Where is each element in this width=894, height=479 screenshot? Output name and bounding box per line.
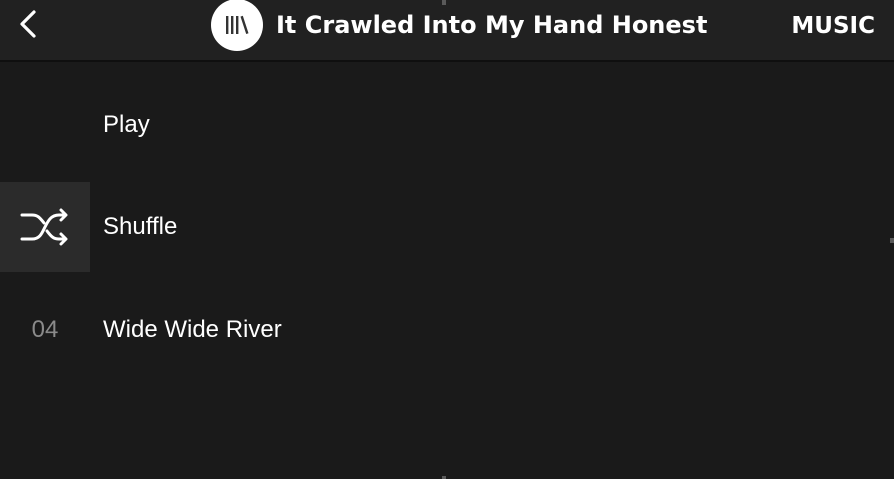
chevron-left-icon — [20, 10, 36, 38]
back-button[interactable] — [10, 6, 46, 42]
header-bar: It Crawled Into My Hand Honest MUSIC — [0, 0, 894, 62]
track-item[interactable]: 04 Wide Wide River — [0, 285, 894, 375]
library-icon — [211, 0, 263, 51]
shuffle-icon-cell — [0, 182, 90, 272]
play-icon-cell — [0, 80, 90, 170]
play-item[interactable]: Play — [0, 80, 894, 170]
shuffle-item[interactable]: Shuffle — [0, 182, 894, 272]
album-title: It Crawled Into My Hand Honest — [276, 11, 708, 39]
shuffle-icon — [20, 208, 68, 246]
music-section-label[interactable]: MUSIC — [791, 13, 875, 39]
track-title: Wide Wide River — [103, 316, 282, 343]
music-app: It Crawled Into My Hand Honest MUSIC Pla… — [0, 0, 894, 479]
play-label: Play — [103, 111, 150, 138]
album-title-group: It Crawled Into My Hand Honest — [211, 0, 708, 51]
top-edge-marker — [442, 0, 446, 5]
track-number-cell: 04 — [0, 285, 90, 375]
track-number: 04 — [31, 316, 59, 343]
shuffle-label: Shuffle — [103, 213, 178, 240]
right-edge-marker — [890, 238, 894, 243]
